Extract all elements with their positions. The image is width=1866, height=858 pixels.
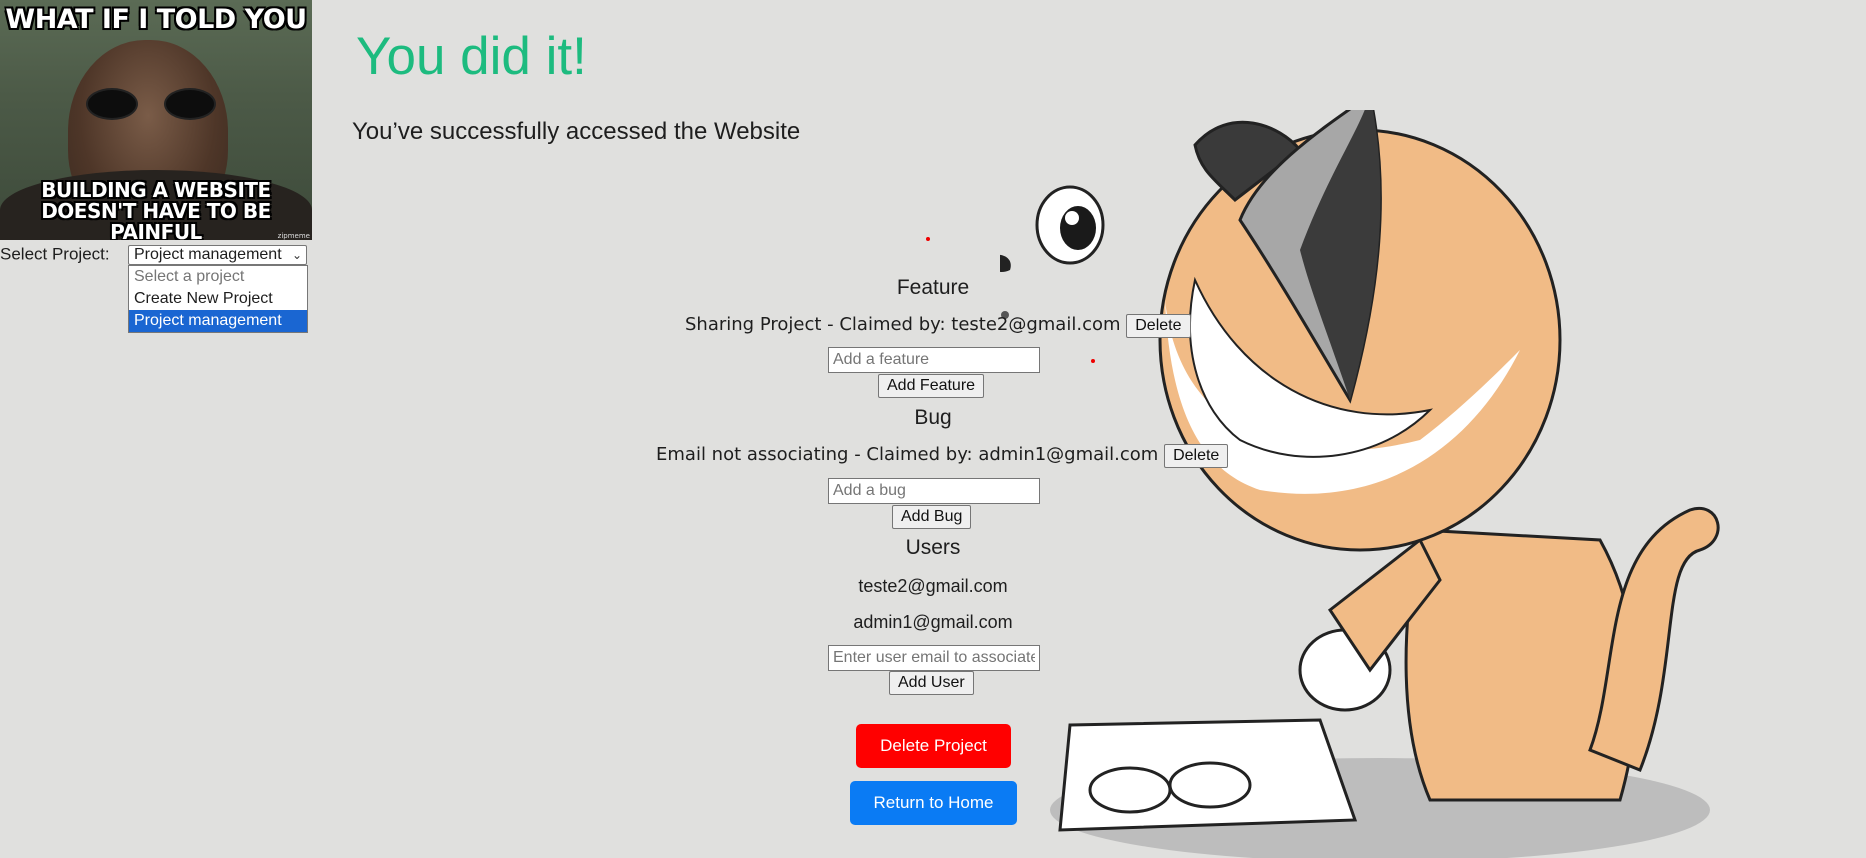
red-dot <box>1091 359 1095 363</box>
bug-list-item: Email not associating - Claimed by: admi… <box>656 444 1229 468</box>
cat-illustration <box>1000 110 1720 858</box>
meme-watermark: zipmeme <box>277 232 310 240</box>
bug-heading: Bug <box>914 406 952 429</box>
page-title: You did it! <box>356 27 587 86</box>
sunglasses-icon <box>86 88 216 120</box>
user-email-input[interactable] <box>828 645 1040 671</box>
project-select-label: Select Project: <box>0 244 110 264</box>
meme-top-text: WHAT IF I TOLD YOU <box>5 4 307 35</box>
delete-project-button[interactable]: Delete Project <box>856 724 1011 768</box>
feature-list-item: Sharing Project - Claimed by: teste2@gma… <box>685 314 1191 338</box>
project-select-value: Project management <box>134 246 282 263</box>
feature-input[interactable] <box>828 347 1040 373</box>
users-heading: Users <box>905 536 961 559</box>
user-list-item: teste2@gmail.com <box>858 576 1008 596</box>
add-user-button[interactable]: Add User <box>889 671 974 695</box>
bug-item-text: Email not associating - Claimed by: admi… <box>656 444 1159 465</box>
bug-input[interactable] <box>828 478 1040 504</box>
add-feature-button[interactable]: Add Feature <box>878 374 985 398</box>
return-home-button[interactable]: Return to Home <box>850 781 1017 825</box>
add-bug-button[interactable]: Add Bug <box>892 505 972 529</box>
meme-bottom-text: BUILDING A WEBSITE DOESN'T HAVE TO BE PA… <box>41 178 271 241</box>
page-subtitle: You’ve successfully accessed the Website <box>352 118 801 145</box>
feature-heading: Feature <box>896 276 970 299</box>
project-select-row: Select Project: <box>0 244 110 265</box>
delete-feature-button[interactable]: Delete <box>1126 314 1191 338</box>
chevron-down-icon: ⌄ <box>291 248 302 262</box>
user-list-item: admin1@gmail.com <box>853 612 1013 632</box>
meme-image: WHAT IF I TOLD YOU BUILDING A WEBSITE DO… <box>0 0 312 240</box>
project-select[interactable]: Project management ⌄ <box>128 245 307 265</box>
dropdown-option-project-management[interactable]: Project management <box>129 310 307 332</box>
feature-item-text: Sharing Project - Claimed by: teste2@gma… <box>685 314 1121 335</box>
red-dot <box>926 237 930 241</box>
delete-bug-button[interactable]: Delete <box>1164 444 1229 468</box>
